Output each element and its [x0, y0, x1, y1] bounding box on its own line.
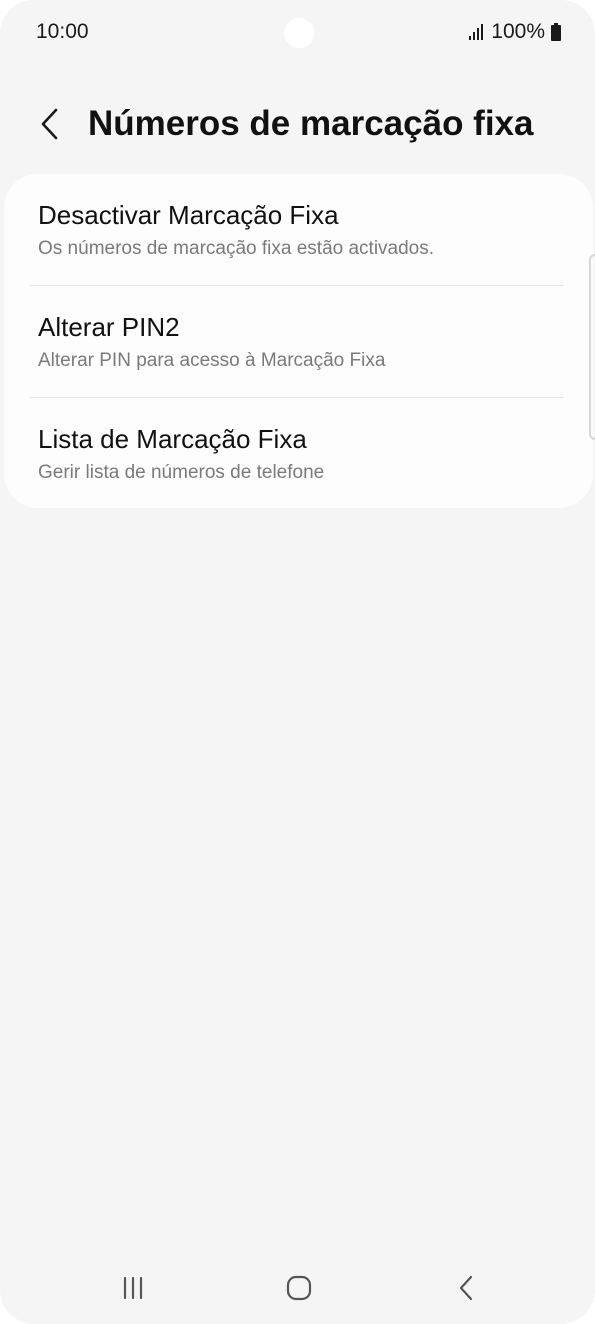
item-subtitle: Gerir lista de números de telefone: [38, 462, 325, 483]
status-bar: 10:00 100%: [0, 0, 595, 66]
home-button[interactable]: [259, 1258, 339, 1318]
camera-cutout: [284, 18, 314, 48]
item-subtitle: Os números de marcação fixa estão activa…: [38, 238, 435, 259]
signal-icon: [469, 24, 484, 40]
chevron-left-icon: [41, 108, 58, 140]
battery-icon: [551, 23, 561, 41]
item-title: Lista de Marcação Fixa: [38, 424, 307, 454]
settings-card: Desactivar Marcação Fixa Os números de m…: [4, 174, 593, 508]
home-icon: [286, 1275, 312, 1301]
app-header: Números de marcação fixa: [0, 92, 595, 158]
recent-apps-button[interactable]: [93, 1258, 173, 1318]
item-subtitle: Alterar PIN para acesso à Marcação Fixa: [38, 350, 386, 371]
back-button[interactable]: [28, 102, 72, 146]
phone-screen: 10:00 100% Números de marcação fixa Desa…: [0, 0, 595, 1324]
list-item-fixed-dialing-list[interactable]: Lista de Marcação Fixa Gerir lista de nú…: [4, 398, 593, 510]
recent-apps-icon: [123, 1276, 143, 1300]
battery-percentage: 100%: [491, 20, 545, 43]
list-item-disable-fixed-dialing[interactable]: Desactivar Marcação Fixa Os números de m…: [4, 174, 593, 286]
back-icon: [459, 1275, 473, 1301]
status-indicators: 100%: [469, 20, 561, 44]
page-title: Números de marcação fixa: [88, 104, 534, 143]
list-item-change-pin2[interactable]: Alterar PIN2 Alterar PIN para acesso à M…: [4, 286, 593, 398]
item-title: Desactivar Marcação Fixa: [38, 200, 339, 230]
item-title: Alterar PIN2: [38, 312, 180, 342]
navigation-bar: [0, 1258, 595, 1318]
nav-back-button[interactable]: [426, 1258, 506, 1318]
scrollbar[interactable]: [589, 254, 595, 440]
status-time: 10:00: [36, 20, 89, 43]
